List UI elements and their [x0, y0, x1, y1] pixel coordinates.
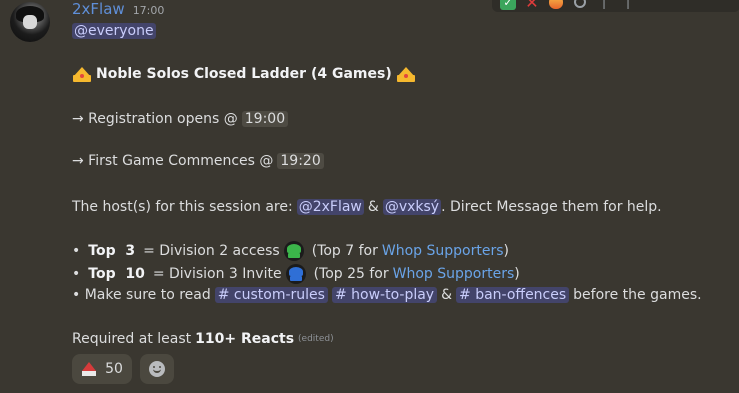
- add-reaction-icon[interactable]: [572, 0, 588, 10]
- crown-reaction-icon: [81, 362, 97, 376]
- required-prefix: Required at least: [72, 331, 192, 347]
- channel-custom-rules[interactable]: # custom-rules: [214, 287, 328, 303]
- top3-after: (Top 7 for: [311, 243, 378, 259]
- required-line: Required at least 110+ Reacts (edited): [72, 331, 334, 347]
- top10-label: Top 10: [88, 266, 145, 282]
- rules-prefix: • Make sure to read: [72, 287, 211, 303]
- close-paren: ): [503, 243, 509, 259]
- close-paren: ): [514, 266, 520, 282]
- bullet: •: [72, 266, 81, 282]
- top10-after: (Top 25 for: [313, 266, 389, 282]
- registration-line: → Registration opens @ 19:00: [72, 111, 289, 127]
- top3-text: = Division 2 access: [143, 243, 280, 259]
- message-toolbar: ✓ ✕ | |: [492, 0, 739, 12]
- crown-icon: [72, 66, 92, 82]
- channel-how-to-play[interactable]: # how-to-play: [331, 287, 438, 303]
- top3-label: Top 3: [88, 243, 136, 259]
- crown-reaction-button[interactable]: 50: [72, 354, 132, 384]
- mention-host-2[interactable]: @vxksý: [382, 199, 442, 215]
- top3-line: • Top 3 = Division 2 access (Top 7 for W…: [72, 241, 509, 261]
- first-game-line: → First Game Commences @ 19:20: [72, 153, 324, 169]
- chat-message: 2xFlaw 17:00 ✓ ✕ | | @everyone Noble Sol…: [0, 0, 739, 393]
- whop-supporters-link[interactable]: Whop Supporters: [382, 243, 504, 259]
- hosts-and: &: [367, 199, 379, 215]
- edited-label: (edited): [298, 334, 334, 344]
- whop-supporters-link[interactable]: Whop Supporters: [393, 266, 515, 282]
- timestamp[interactable]: 17:00: [133, 4, 165, 17]
- division-2-icon: [283, 241, 304, 261]
- mention-line: @everyone: [72, 23, 156, 39]
- cross-reaction-icon[interactable]: ✕: [524, 0, 540, 12]
- title-line: Noble Solos Closed Ladder (4 Games): [72, 66, 416, 82]
- rules-suffix: before the games.: [573, 287, 702, 303]
- mention-everyone[interactable]: @everyone: [72, 23, 156, 39]
- top10-line: • Top 10 = Division 3 Invite (Top 25 for…: [72, 264, 520, 284]
- avatar[interactable]: [10, 2, 50, 42]
- fire-reaction-icon[interactable]: [548, 0, 564, 10]
- username[interactable]: 2xFlaw: [72, 0, 125, 18]
- hosts-line: The host(s) for this session are: @2xFla…: [72, 199, 662, 215]
- bullet: •: [72, 243, 81, 259]
- division-3-icon: [285, 264, 306, 284]
- first-game-label: → First Game Commences @: [72, 153, 274, 169]
- first-game-time[interactable]: 19:20: [277, 153, 324, 169]
- announcement-title: Noble Solos Closed Ladder (4 Games): [96, 66, 392, 82]
- rules-line: • Make sure to read # custom-rules # how…: [72, 287, 702, 303]
- registration-time[interactable]: 19:00: [241, 111, 289, 127]
- required-reacts: 110+ Reacts: [195, 331, 295, 347]
- smiley-icon: [149, 361, 165, 377]
- registration-label: → Registration opens @: [72, 111, 238, 127]
- hosts-prefix: The host(s) for this session are:: [72, 199, 293, 215]
- top10-text: = Division 3 Invite: [152, 266, 282, 282]
- message-header: 2xFlaw 17:00: [72, 0, 164, 22]
- channel-ban-offences[interactable]: # ban-offences: [456, 287, 570, 303]
- rules-and: &: [441, 287, 453, 303]
- add-reaction-button[interactable]: [140, 354, 174, 384]
- crown-icon: [396, 66, 416, 82]
- more-icon[interactable]: |: [620, 0, 636, 10]
- reply-icon[interactable]: |: [596, 0, 612, 10]
- reaction-count: 50: [105, 361, 123, 377]
- hosts-suffix: . Direct Message them for help.: [441, 199, 662, 215]
- mention-host-1[interactable]: @2xFlaw: [296, 199, 364, 215]
- checkmark-reaction-icon[interactable]: ✓: [500, 0, 516, 10]
